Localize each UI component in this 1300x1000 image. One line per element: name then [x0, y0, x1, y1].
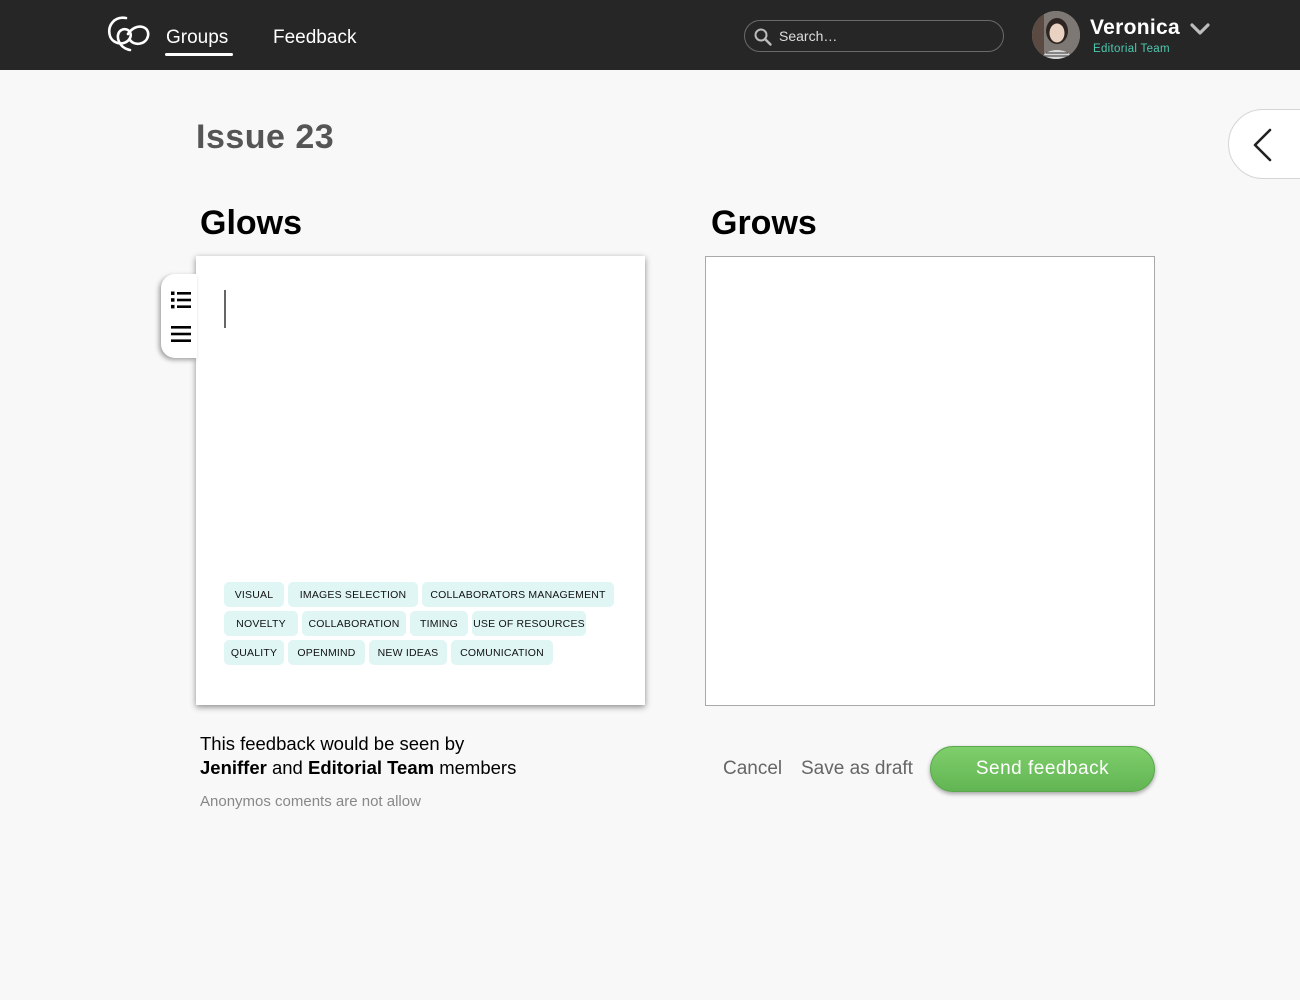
avatar[interactable] [1032, 11, 1080, 59]
tag-timing[interactable]: TIMING [410, 611, 468, 636]
align-justify-icon[interactable] [170, 324, 192, 344]
visibility-line1: This feedback would be seen by [200, 733, 465, 754]
tag-openmind[interactable]: OPENMIND [288, 640, 365, 665]
chevron-down-icon[interactable] [1189, 20, 1211, 38]
page-title: Issue 23 [196, 118, 335, 156]
logo-icon[interactable] [104, 12, 152, 56]
format-toolbar [161, 274, 197, 358]
anonymous-note: Anonymos coments are not allow [200, 793, 421, 810]
tag-collaboration[interactable]: COLLABORATION [302, 611, 406, 636]
nav-feedback[interactable]: Feedback [273, 27, 356, 49]
search-icon [754, 28, 772, 46]
send-feedback-button[interactable]: Send feedback [930, 746, 1155, 792]
tag-comunication[interactable]: COMUNICATION [451, 640, 553, 665]
search-input[interactable] [777, 24, 997, 48]
nav-groups[interactable]: Groups [166, 27, 228, 49]
grows-editor[interactable] [705, 256, 1155, 706]
tag-row: QUALITY OPENMIND NEW IDEAS COMUNICATION [224, 640, 624, 665]
recipient-person: Jeniffer [200, 757, 267, 778]
glows-title: Glows [200, 204, 303, 242]
save-draft-button[interactable]: Save as draft [801, 758, 913, 780]
tag-row: NOVELTY COLLABORATION TIMING USE OF RESO… [224, 611, 624, 636]
grows-input[interactable] [706, 257, 1154, 705]
tag-novelty[interactable]: NOVELTY [224, 611, 298, 636]
user-team: Editorial Team [1093, 43, 1170, 55]
glows-editor[interactable]: VISUAL IMAGES SELECTION COLLABORATORS MA… [196, 256, 645, 705]
search-box[interactable] [744, 20, 1004, 52]
tag-use-of-resources[interactable]: USE OF RESOURCES [472, 611, 586, 636]
grows-title: Grows [711, 204, 817, 242]
chevron-left-icon [1253, 128, 1272, 162]
text-caret [224, 290, 226, 328]
visibility-and: and [271, 757, 303, 778]
recipient-group: Editorial Team [307, 757, 435, 778]
tag-row: VISUAL IMAGES SELECTION COLLABORATORS MA… [224, 582, 624, 607]
tag-quality[interactable]: QUALITY [224, 640, 284, 665]
user-name[interactable]: Veronica [1090, 16, 1180, 40]
back-button[interactable] [1228, 109, 1300, 179]
avatar-photo [1032, 11, 1080, 59]
visibility-suffix: members [439, 757, 517, 778]
tag-list: VISUAL IMAGES SELECTION COLLABORATORS MA… [224, 582, 624, 669]
visibility-notice: This feedback would be seen by Jeniffer … [200, 732, 516, 780]
tag-new-ideas[interactable]: NEW IDEAS [369, 640, 447, 665]
tag-images-selection[interactable]: IMAGES SELECTION [288, 582, 418, 607]
visibility-line2: Jeniffer and Editorial Team members [200, 756, 516, 780]
top-bar: Groups Feedback Veronica Editorial Team [0, 0, 1300, 70]
tag-collaborators-management[interactable]: COLLABORATORS MANAGEMENT [422, 582, 614, 607]
list-icon[interactable] [170, 290, 192, 310]
tag-visual[interactable]: VISUAL [224, 582, 284, 607]
cancel-button[interactable]: Cancel [723, 758, 782, 780]
nav-active-indicator [165, 53, 233, 56]
